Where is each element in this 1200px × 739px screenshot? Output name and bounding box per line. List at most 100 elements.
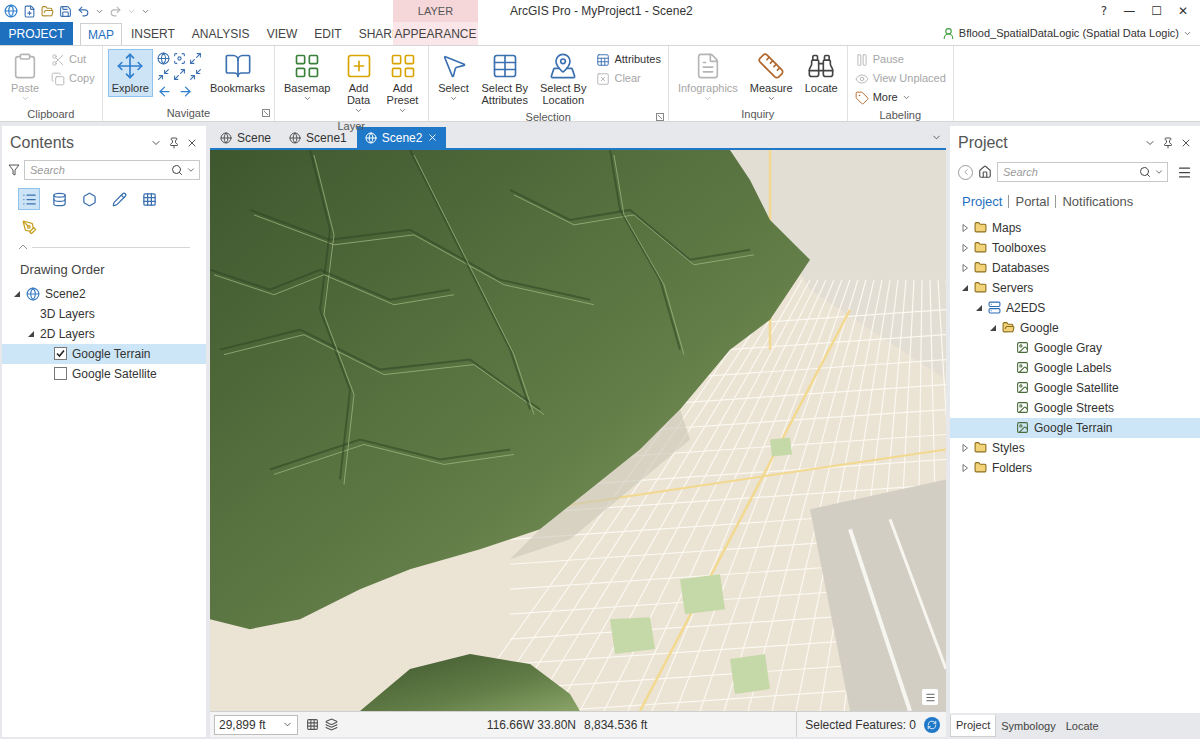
tree-item[interactable]: Folders xyxy=(950,458,1200,478)
project-tab[interactable]: Project xyxy=(962,192,1002,212)
tree-item[interactable]: 2D Layers xyxy=(2,324,206,344)
tree-item[interactable]: Google Satellite xyxy=(2,364,206,384)
collapsed-arrow-icon[interactable] xyxy=(961,244,969,252)
previous-extent-icon[interactable] xyxy=(157,84,172,99)
project-tab[interactable]: Portal xyxy=(1015,192,1049,212)
window-control-button[interactable]: ✕ xyxy=(1178,2,1188,20)
dropdown-arrow-icon[interactable] xyxy=(354,106,363,115)
window-control-button[interactable]: ☐ xyxy=(1151,2,1162,20)
contents-view-button[interactable] xyxy=(108,188,130,210)
tree-item[interactable]: Databases xyxy=(950,258,1200,278)
ribbon-button[interactable]: Select ByAttributes xyxy=(478,49,532,109)
tree-item[interactable]: Google xyxy=(950,318,1200,338)
redo-menu-icon[interactable] xyxy=(127,7,136,16)
pane-menu-icon[interactable] xyxy=(150,137,162,149)
ribbon-button[interactable]: Locate xyxy=(801,49,842,97)
contents-view-button[interactable] xyxy=(18,188,40,210)
layer-checkbox[interactable] xyxy=(54,367,67,380)
collapsed-arrow-icon[interactable] xyxy=(961,224,969,232)
undo-menu-icon[interactable] xyxy=(95,7,104,16)
filter-icon[interactable] xyxy=(8,164,20,176)
dropdown-arrow-icon[interactable] xyxy=(767,94,776,103)
user-menu-icon[interactable] xyxy=(1183,29,1192,38)
ribbon-tab[interactable]: INSERT xyxy=(123,23,183,45)
pane-tab[interactable]: Project xyxy=(950,715,996,737)
dropdown-arrow-icon[interactable] xyxy=(21,94,30,103)
ribbon-button[interactable]: Paste xyxy=(5,49,45,106)
ribbon-button[interactable]: More xyxy=(853,88,948,107)
dropdown-arrow-icon[interactable] xyxy=(703,94,712,103)
next-extent-icon[interactable] xyxy=(178,84,193,99)
close-icon[interactable] xyxy=(186,137,198,149)
search-icon[interactable] xyxy=(1139,166,1151,178)
collapsed-arrow-icon[interactable] xyxy=(961,264,969,272)
window-control-button[interactable]: — xyxy=(1123,2,1135,20)
collapsed-arrow-icon[interactable] xyxy=(961,464,969,472)
dropdown-arrow-icon[interactable] xyxy=(902,93,911,102)
contents-view-button[interactable] xyxy=(48,188,70,210)
ribbon-button[interactable]: Pause xyxy=(853,50,948,69)
tree-item[interactable]: Servers xyxy=(950,278,1200,298)
ribbon-tab[interactable]: EDIT xyxy=(306,23,349,45)
ribbon-tab[interactable]: VIEW xyxy=(259,23,306,45)
layer-checkbox[interactable] xyxy=(54,347,67,360)
project-tab[interactable]: Notifications xyxy=(1062,192,1133,212)
ribbon-button[interactable]: Cut xyxy=(49,50,97,69)
navigate-tool-icon[interactable] xyxy=(157,52,170,65)
pane-tab[interactable]: Symbology xyxy=(996,715,1060,737)
pane-menu-icon[interactable] xyxy=(1144,137,1156,149)
map-canvas[interactable] xyxy=(210,148,946,711)
tab-list-icon[interactable] xyxy=(931,132,942,143)
ribbon-button[interactable]: View Unplaced xyxy=(853,69,948,88)
contextual-tab[interactable]: APPEARANCE xyxy=(393,22,478,45)
ribbon-button[interactable]: Explore xyxy=(108,49,153,97)
refresh-button[interactable] xyxy=(924,717,940,733)
expanded-arrow-icon[interactable] xyxy=(27,330,35,338)
ribbon-button[interactable]: Copy xyxy=(49,69,97,88)
tree-item[interactable]: A2EDS xyxy=(950,298,1200,318)
ribbon-button[interactable]: Clear xyxy=(594,69,662,88)
new-project-icon[interactable] xyxy=(23,5,36,18)
tree-item[interactable]: Google Streets xyxy=(950,398,1200,418)
tree-item[interactable]: Maps xyxy=(950,218,1200,238)
save-icon[interactable] xyxy=(59,5,72,18)
ribbon-button[interactable]: Measure xyxy=(746,49,797,106)
tree-item[interactable]: Google Terrain xyxy=(950,418,1200,438)
dropdown-arrow-icon[interactable] xyxy=(303,94,312,103)
grid-icon[interactable] xyxy=(306,718,319,731)
redo-icon[interactable] xyxy=(109,5,122,18)
window-control-button[interactable]: ? xyxy=(1101,2,1107,20)
ribbon-button[interactable]: Attributes xyxy=(594,50,662,69)
search-options-icon[interactable] xyxy=(1154,167,1164,177)
dropdown-arrow-icon[interactable] xyxy=(398,106,407,115)
tree-item[interactable]: 3D Layers xyxy=(2,304,206,324)
navigate-tool-icon[interactable] xyxy=(189,68,202,81)
navigate-tool-icon[interactable] xyxy=(173,52,186,65)
search-field[interactable]: Search xyxy=(24,160,200,180)
tree-item[interactable]: Scene2 xyxy=(2,284,206,304)
dropdown-arrow-icon[interactable] xyxy=(449,94,458,103)
expanded-arrow-icon[interactable] xyxy=(961,284,969,292)
tree-item[interactable]: Google Terrain xyxy=(2,344,206,364)
tree-item[interactable]: Google Satellite xyxy=(950,378,1200,398)
project-tab[interactable]: PROJECT xyxy=(0,22,73,45)
home-icon[interactable] xyxy=(978,165,992,179)
tree-item[interactable]: Google Labels xyxy=(950,358,1200,378)
collapsed-arrow-icon[interactable] xyxy=(961,444,969,452)
expanded-arrow-icon[interactable] xyxy=(989,324,997,332)
contents-view-button[interactable] xyxy=(138,188,160,210)
pin-icon[interactable] xyxy=(1162,137,1174,149)
scale-menu-icon[interactable] xyxy=(282,719,293,730)
ribbon-tab[interactable]: ANALYSIS xyxy=(184,23,258,45)
pane-tab[interactable]: Locate xyxy=(1061,715,1104,737)
ribbon-button[interactable]: Select ByLocation xyxy=(536,49,590,109)
ribbon-button[interactable]: Basemap xyxy=(280,49,334,106)
map-overlay-button[interactable] xyxy=(922,689,938,705)
dialog-launcher-icon[interactable] xyxy=(656,113,664,121)
open-project-icon[interactable] xyxy=(41,5,54,18)
navigate-tool-icon[interactable] xyxy=(157,68,170,81)
contents-view-button[interactable] xyxy=(18,216,40,238)
tree-item[interactable]: Google Gray xyxy=(950,338,1200,358)
map-tab[interactable]: Scene xyxy=(212,127,279,148)
pane-options-icon[interactable] xyxy=(1177,165,1192,180)
